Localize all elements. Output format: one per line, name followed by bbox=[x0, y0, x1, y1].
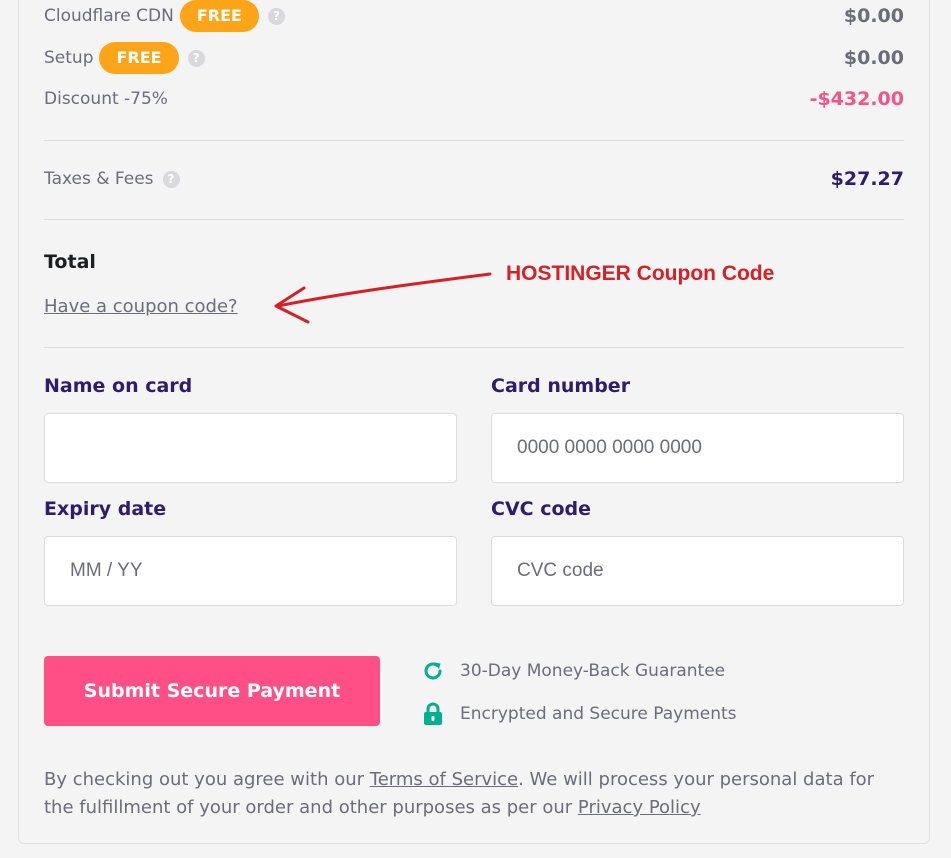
terms-of-service-link[interactable]: Terms of Service bbox=[370, 769, 518, 790]
line-amount: $0.00 bbox=[843, 5, 904, 27]
line-cloudflare-cdn: Cloudflare CDN FREE ? $0.00 bbox=[44, 0, 904, 32]
line-label: Taxes & Fees bbox=[44, 169, 154, 189]
expiry-date-label: Expiry date bbox=[44, 498, 167, 520]
help-icon[interactable]: ? bbox=[187, 49, 205, 67]
guarantee-secure-payments: Encrypted and Secure Payments bbox=[421, 702, 737, 726]
card-number-label: Card number bbox=[491, 375, 631, 397]
help-icon[interactable]: ? bbox=[267, 7, 285, 25]
guarantee-text: 30-Day Money-Back Guarantee bbox=[460, 661, 726, 681]
annotation-label: HOSTINGER Coupon Code bbox=[506, 262, 775, 285]
line-label: Cloudflare CDN bbox=[44, 6, 174, 26]
discount-amount: -$432.00 bbox=[809, 88, 904, 110]
guarantee-text: Encrypted and Secure Payments bbox=[460, 704, 737, 724]
line-discount: Discount -75% -$432.00 bbox=[44, 88, 904, 110]
legal-notice: By checking out you agree with our Terms… bbox=[44, 766, 904, 822]
taxes-amount: $27.27 bbox=[830, 168, 904, 190]
free-badge: FREE bbox=[99, 42, 179, 74]
line-label: Discount -75% bbox=[44, 89, 168, 109]
cvc-code-label: CVC code bbox=[491, 498, 592, 520]
annotation-arrow bbox=[274, 272, 492, 324]
line-setup: Setup FREE ? $0.00 bbox=[44, 42, 904, 74]
guarantee-money-back: 30-Day Money-Back Guarantee bbox=[421, 659, 725, 683]
submit-payment-button[interactable]: Submit Secure Payment bbox=[44, 656, 380, 726]
line-label: Setup bbox=[44, 48, 94, 68]
free-badge: FREE bbox=[179, 0, 259, 32]
card-number-input[interactable] bbox=[491, 413, 904, 483]
privacy-policy-link[interactable]: Privacy Policy bbox=[578, 797, 701, 818]
total-label: Total bbox=[44, 251, 96, 273]
refresh-icon bbox=[421, 659, 445, 683]
expiry-date-input[interactable] bbox=[44, 536, 457, 606]
coupon-code-link[interactable]: Have a coupon code? bbox=[44, 296, 238, 317]
help-icon[interactable]: ? bbox=[162, 170, 180, 188]
line-amount: $0.00 bbox=[843, 47, 904, 69]
divider bbox=[44, 219, 904, 220]
name-on-card-label: Name on card bbox=[44, 375, 193, 397]
legal-prefix: By checking out you agree with our bbox=[44, 769, 370, 790]
line-taxes: Taxes & Fees ? $27.27 bbox=[44, 168, 904, 190]
lock-icon bbox=[421, 702, 445, 726]
divider bbox=[44, 140, 904, 141]
divider bbox=[44, 347, 904, 348]
name-on-card-input[interactable] bbox=[44, 413, 457, 483]
cvc-code-input[interactable] bbox=[491, 536, 904, 606]
